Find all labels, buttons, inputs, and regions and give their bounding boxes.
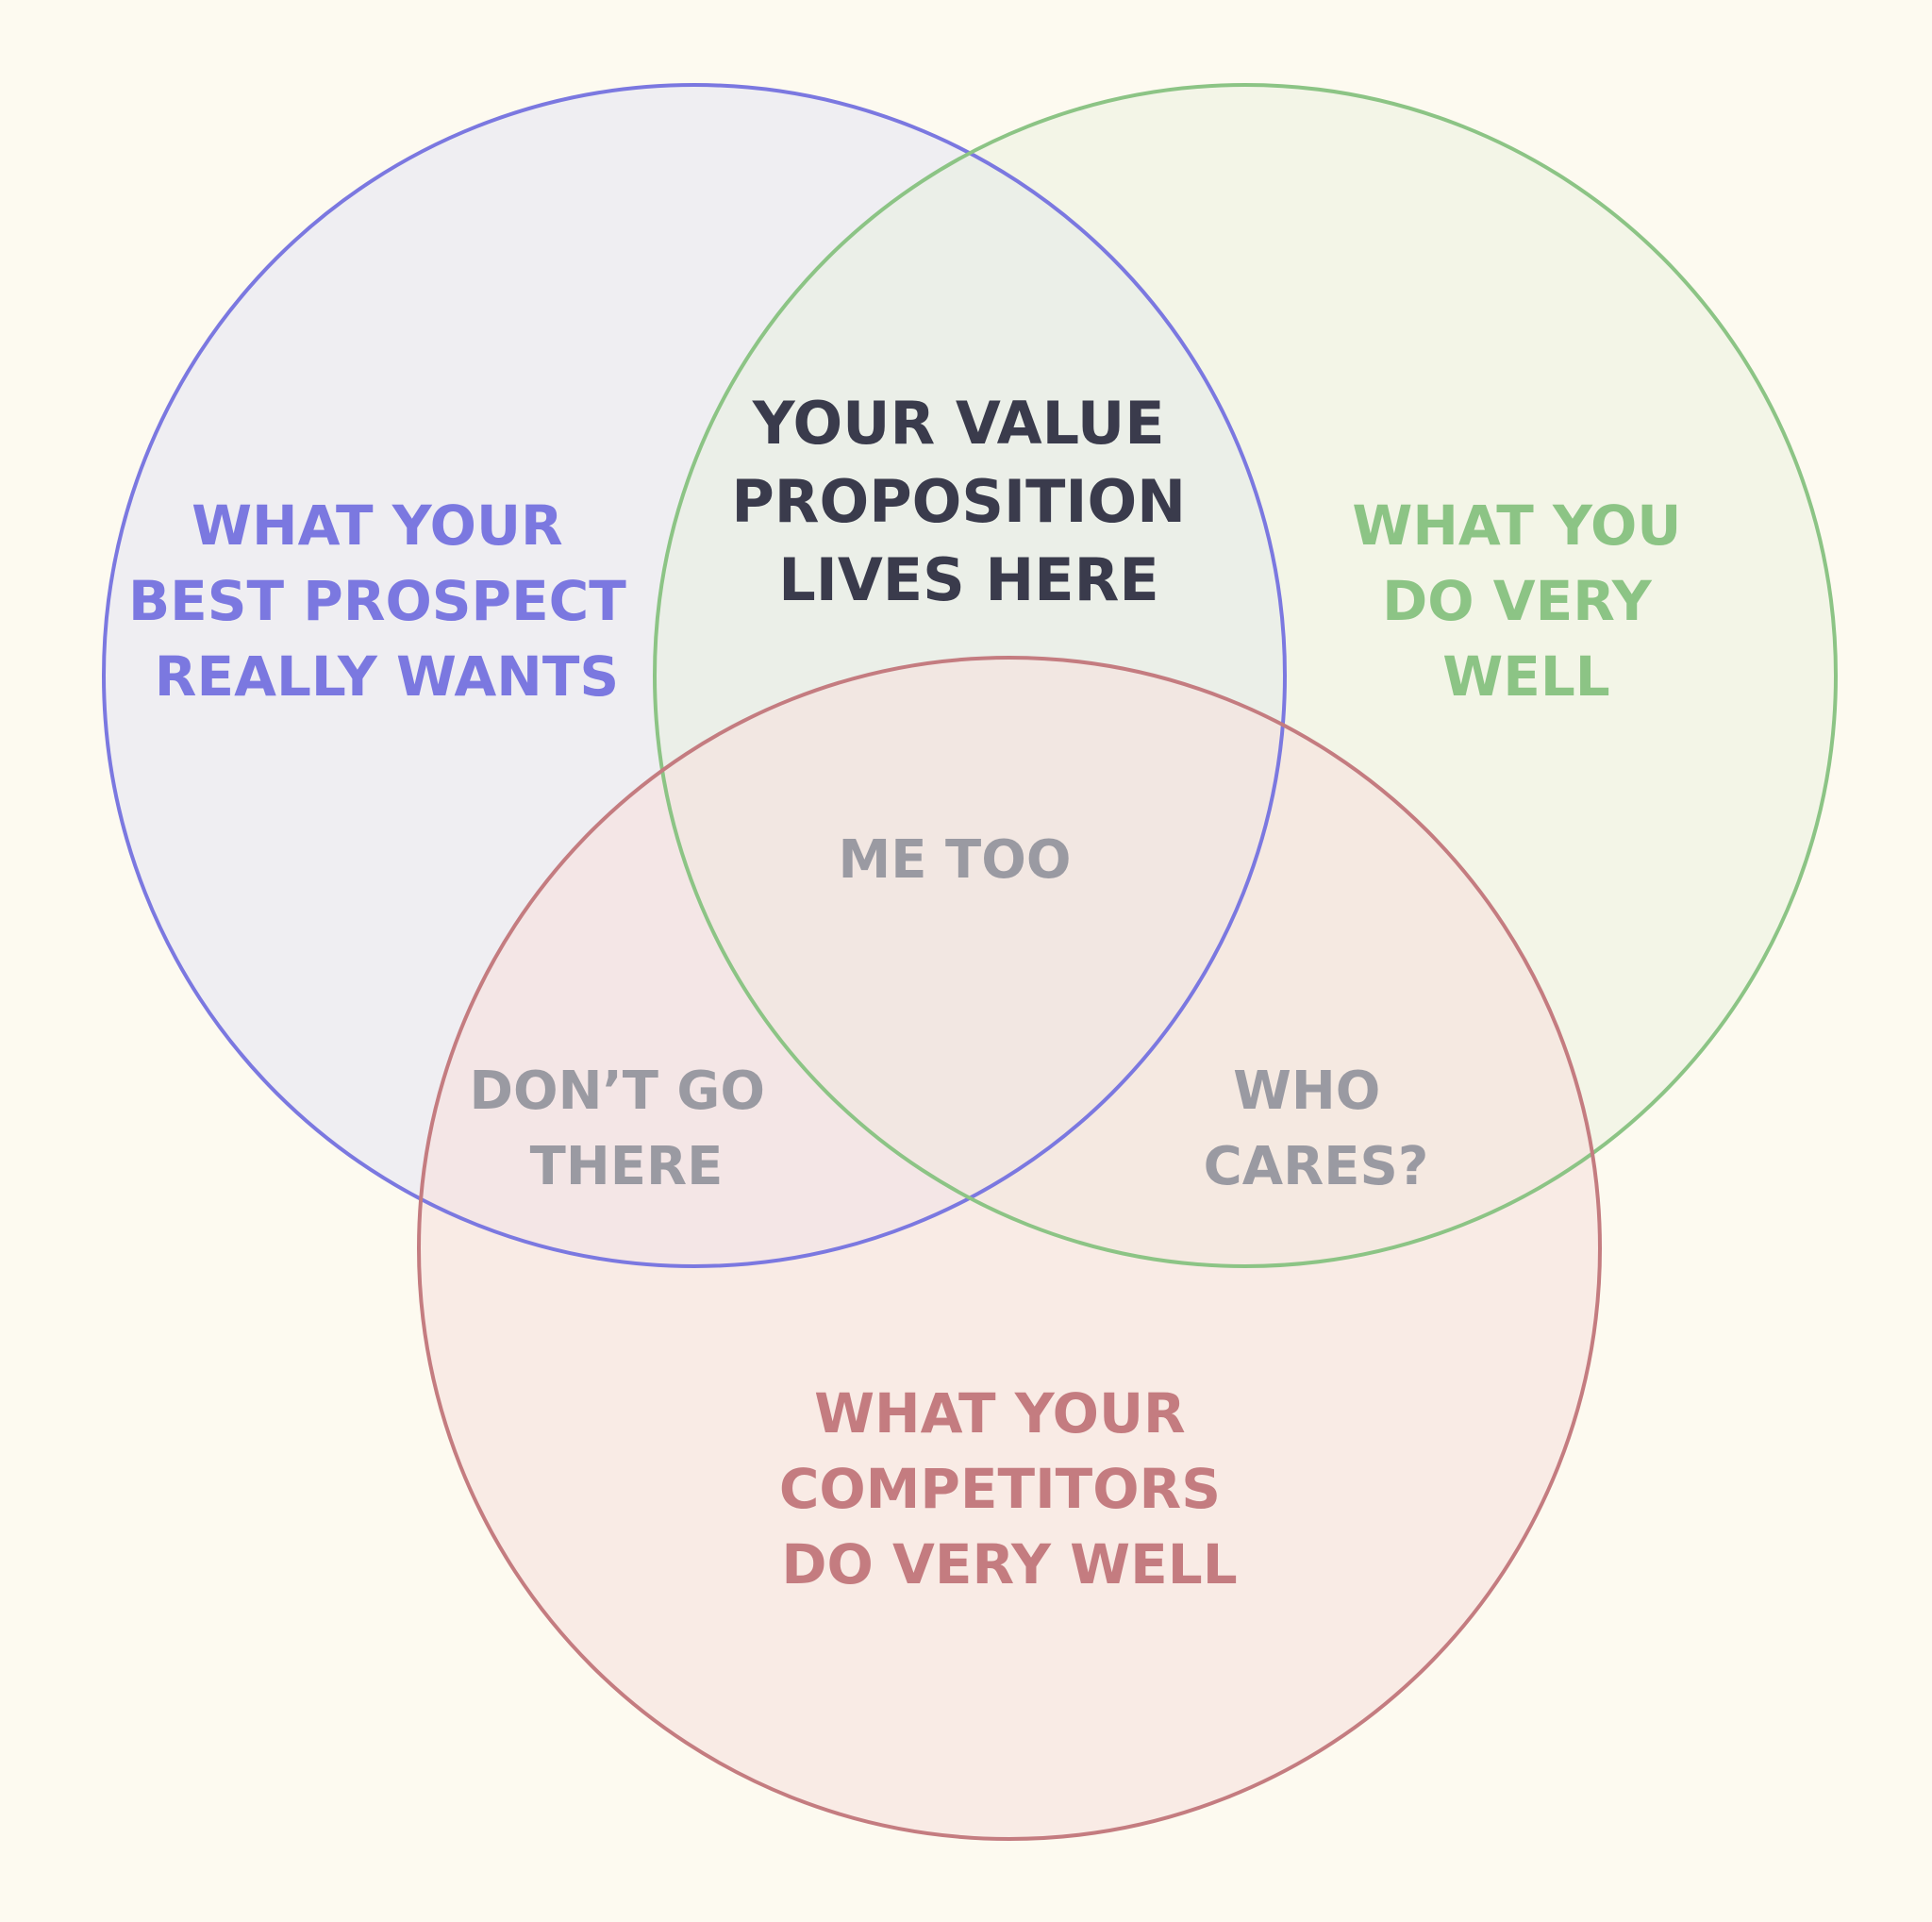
- venn-diagram: WHAT YOUR BEST PROSPECT REALLY WANTS WHA…: [0, 0, 1932, 1922]
- competitors-label-line: WHAT YOUR: [814, 1381, 1186, 1446]
- prospect-label-line: WHAT YOUR: [192, 493, 563, 558]
- prospect-label: WHAT YOUR BEST PROSPECT REALLY WANTS: [128, 493, 645, 709]
- me-too-label-line: ME TOO: [839, 829, 1072, 891]
- competitors-label-line: DO VERY WELL: [781, 1532, 1237, 1596]
- who-cares-label-line: CARES?: [1204, 1136, 1429, 1197]
- dont-go-there-label-line: DON’T GO: [470, 1061, 766, 1122]
- value-proposition-label-line: YOUR VALUE: [752, 389, 1165, 458]
- value-proposition-label: YOUR VALUE PROPOSITION LIVES HERE: [731, 389, 1206, 614]
- prospect-label-line: BEST PROSPECT: [128, 569, 626, 633]
- prospect-label-line: REALLY WANTS: [155, 644, 619, 709]
- value-proposition-label-line: LIVES HERE: [778, 545, 1158, 614]
- who-cares-label-line: WHO: [1233, 1061, 1380, 1122]
- me-too-label: ME TOO: [839, 829, 1072, 891]
- you-label-line: DO VERY: [1382, 569, 1653, 633]
- value-proposition-label-line: PROPOSITION: [731, 467, 1186, 536]
- competitors-label-line: COMPETITORS: [779, 1457, 1221, 1521]
- you-label-line: WHAT YOU: [1352, 493, 1681, 558]
- dont-go-there-label-line: THERE: [530, 1136, 724, 1197]
- competitors-label: WHAT YOUR COMPETITORS DO VERY WELL: [779, 1381, 1240, 1596]
- you-label-line: WELL: [1442, 644, 1610, 709]
